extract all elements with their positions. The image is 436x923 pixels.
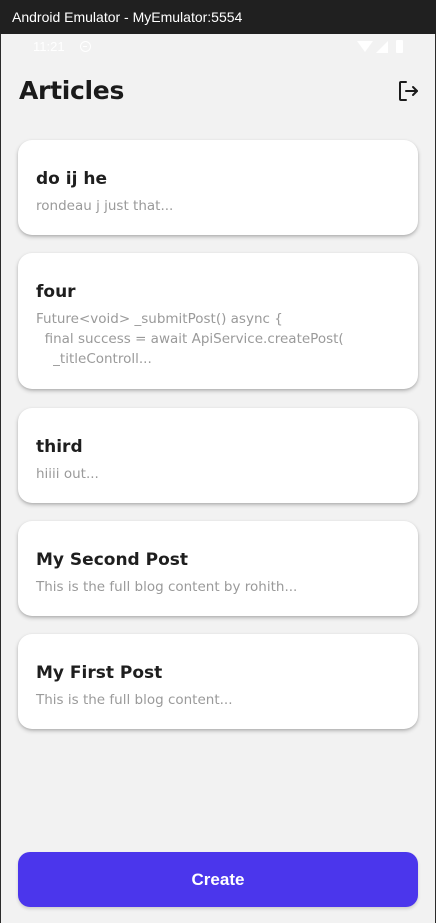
article-title: My Second Post [36,550,189,570]
phone-screen: 11:21 Articles do ij he rondeau j just t… [1,34,435,923]
article-excerpt: This is the full blog content by rohith.… [36,579,298,595]
article-card[interactable]: My First Post This is the full blog cont… [18,634,418,729]
signal-icon [376,41,388,53]
article-card[interactable]: My Second Post This is the full blog con… [18,521,418,616]
status-bar: 11:21 [1,34,435,60]
page-title: Articles [19,76,125,105]
article-card[interactable]: four Future<void> _submitPost() async { … [18,253,418,389]
do-not-disturb-icon [80,41,91,52]
article-excerpt: hiiii out... [36,466,99,482]
article-title: My First Post [36,663,163,683]
emulator-title-bar: Android Emulator - MyEmulator:5554 [0,0,436,34]
status-time: 11:21 [33,39,65,54]
article-title: third [36,437,83,457]
article-excerpt: rondeau j just that... [36,198,174,214]
wifi-icon [357,41,373,52]
article-excerpt: This is the full blog content... [36,692,233,708]
logout-button[interactable] [393,76,423,106]
emulator-title: Android Emulator - MyEmulator:5554 [12,9,243,25]
app-bar: Articles [1,60,435,124]
article-excerpt: Future<void> _submitPost() async { final… [36,311,344,367]
article-title: four [36,282,76,302]
article-card[interactable]: do ij he rondeau j just that... [18,140,418,235]
create-button[interactable]: Create [18,852,418,907]
article-card[interactable]: third hiiii out... [18,408,418,503]
logout-icon [399,81,418,101]
article-title: do ij he [36,169,107,189]
battery-icon [396,40,403,53]
